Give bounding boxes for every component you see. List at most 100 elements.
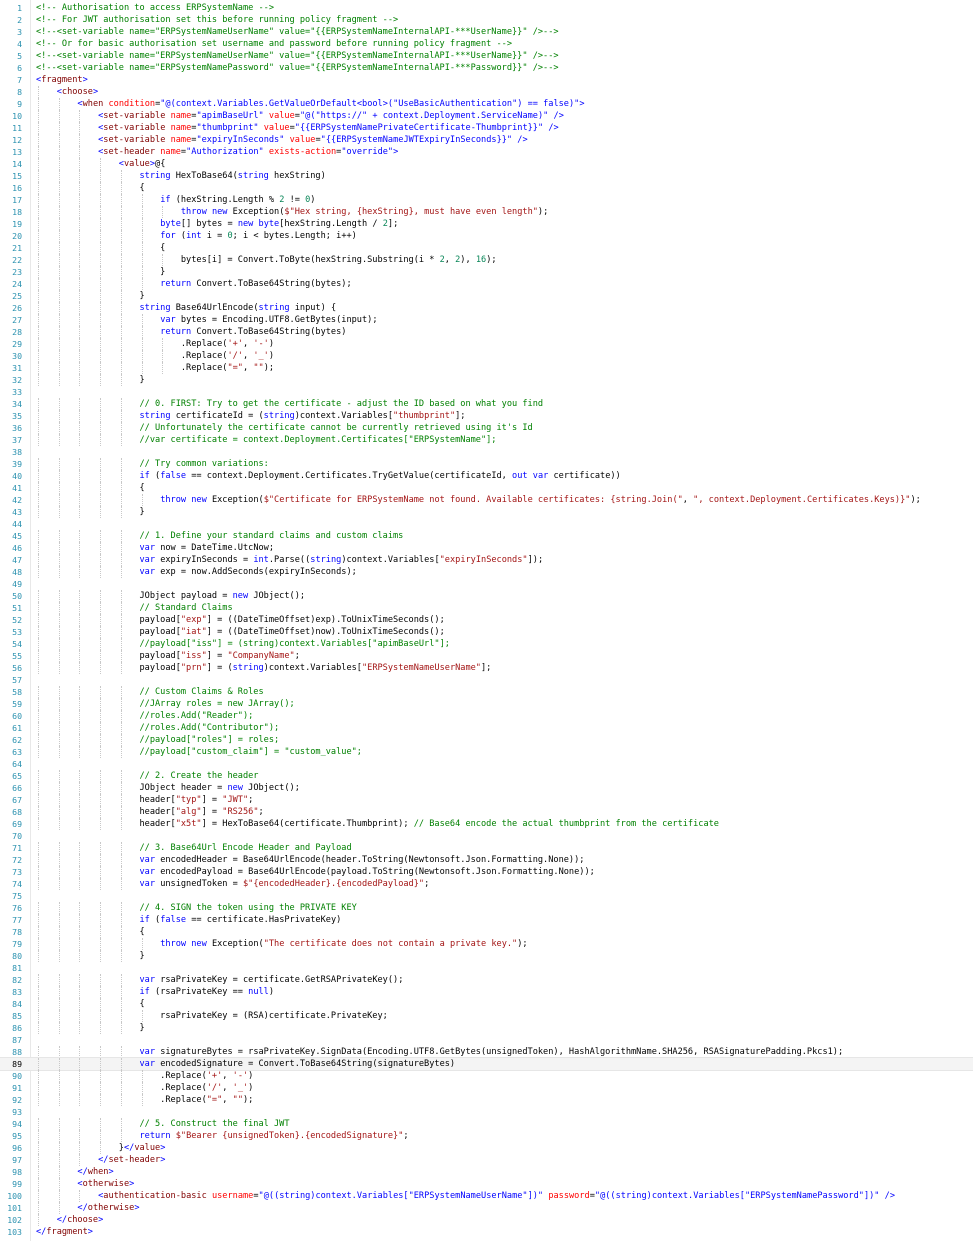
code-line[interactable]: 36 // Unfortunately the certificate cann…: [0, 422, 973, 434]
code-line[interactable]: 85 rsaPrivateKey = (RSA)certificate.Priv…: [0, 1010, 973, 1022]
code-line[interactable]: 16 {: [0, 182, 973, 194]
code-line[interactable]: 86 }: [0, 1022, 973, 1034]
code-line[interactable]: 73 var encodedPayload = Base64UrlEncode(…: [0, 866, 973, 878]
code-line[interactable]: 17 if (hexString.Length % 2 != 0): [0, 194, 973, 206]
code-line[interactable]: 14 <value>@{: [0, 158, 973, 170]
code-line[interactable]: 43 }: [0, 506, 973, 518]
code-line[interactable]: 34 // 0. FIRST: Try to get the certifica…: [0, 398, 973, 410]
code-line[interactable]: 38: [0, 446, 973, 458]
code-line[interactable]: 45 // 1. Define your standard claims and…: [0, 530, 973, 542]
code-line[interactable]: 54 //payload["iss"] = (string)context.Va…: [0, 638, 973, 650]
code-line[interactable]: 61 //roles.Add("Contributor");: [0, 722, 973, 734]
code-line[interactable]: 78 {: [0, 926, 973, 938]
code-line[interactable]: 98 </when>: [0, 1166, 973, 1178]
code-line[interactable]: 46 var now = DateTime.UtcNow;: [0, 542, 973, 554]
code-line[interactable]: 66 JObject header = new JObject();: [0, 782, 973, 794]
code-line[interactable]: 51 // Standard Claims: [0, 602, 973, 614]
code-line[interactable]: 50 JObject payload = new JObject();: [0, 590, 973, 602]
code-line[interactable]: 28 return Convert.ToBase64String(bytes): [0, 326, 973, 338]
code-line[interactable]: 1 <!-- Authorisation to access ERPSystemN…: [0, 2, 973, 14]
code-line[interactable]: 89 var encodedSignature = Convert.ToBase…: [0, 1057, 973, 1071]
code-line[interactable]: 31 .Replace("=", "");: [0, 362, 973, 374]
code-line[interactable]: 3 <!--<set-variable name="ERPSystemNameUs…: [0, 26, 973, 38]
code-line[interactable]: 20 for (int i = 0; i < bytes.Length; i++…: [0, 230, 973, 242]
code-line[interactable]: 19 byte[] bytes = new byte[hexString.Len…: [0, 218, 973, 230]
code-line[interactable]: 69 header["x5t"] = HexToBase64(certifica…: [0, 818, 973, 830]
code-line[interactable]: 94 // 5. Construct the final JWT: [0, 1118, 973, 1130]
code-line[interactable]: 29 .Replace('+', '-'): [0, 338, 973, 350]
code-line[interactable]: 64: [0, 758, 973, 770]
code-line[interactable]: 35 string certificateId = (string)contex…: [0, 410, 973, 422]
code-line[interactable]: 11 <set-variable name="thumbprint" value…: [0, 122, 973, 134]
code-line[interactable]: 60 //roles.Add("Reader");: [0, 710, 973, 722]
code-line[interactable]: 39 // Try common variations:: [0, 458, 973, 470]
code-line[interactable]: 40 if (false == context.Deployment.Certi…: [0, 470, 973, 482]
code-line[interactable]: 27 var bytes = Encoding.UTF8.GetBytes(in…: [0, 314, 973, 326]
code-line[interactable]: 10 <set-variable name="apimBaseUrl" valu…: [0, 110, 973, 122]
code-line[interactable]: 68 header["alg"] = "RS256";: [0, 806, 973, 818]
code-line[interactable]: 70: [0, 830, 973, 842]
code-line[interactable]: 18 throw new Exception($"Hex string, {he…: [0, 206, 973, 218]
code-line[interactable]: 81: [0, 962, 973, 974]
code-line[interactable]: 53 payload["iat"] = ((DateTimeOffset)now…: [0, 626, 973, 638]
code-line[interactable]: 7 <fragment>: [0, 74, 973, 86]
code-line[interactable]: 6 <!--<set-variable name="ERPSystemNamePa…: [0, 62, 973, 74]
code-line[interactable]: 93: [0, 1106, 973, 1118]
code-line[interactable]: 30 .Replace('/', '_'): [0, 350, 973, 362]
code-line[interactable]: 63 //payload["custom_claim"] = "custom_v…: [0, 746, 973, 758]
code-line[interactable]: 44: [0, 518, 973, 530]
code-line[interactable]: 15 string HexToBase64(string hexString): [0, 170, 973, 182]
code-line[interactable]: 2 <!-- For JWT authorisation set this bef…: [0, 14, 973, 26]
code-line[interactable]: 42 throw new Exception($"Certificate for…: [0, 494, 973, 506]
code-line[interactable]: 62 //payload["roles"] = roles;: [0, 734, 973, 746]
code-line[interactable]: 102 </choose>: [0, 1214, 973, 1226]
code-line[interactable]: 37 //var certificate = context.Deploymen…: [0, 434, 973, 446]
code-line[interactable]: 65 // 2. Create the header: [0, 770, 973, 782]
code-line[interactable]: 88 var signatureBytes = rsaPrivateKey.Si…: [0, 1046, 973, 1058]
code-editor[interactable]: 1 <!-- Authorisation to access ERPSystemN…: [0, 0, 973, 1241]
code-line[interactable]: 95 return $"Bearer {unsignedToken}.{enco…: [0, 1130, 973, 1142]
code-line[interactable]: 83 if (rsaPrivateKey == null): [0, 986, 973, 998]
code-line[interactable]: 79 throw new Exception("The certificate …: [0, 938, 973, 950]
code-line[interactable]: 4 <!-- Or for basic authorisation set use…: [0, 38, 973, 50]
code-line[interactable]: 90 .Replace('+', '-'): [0, 1070, 973, 1082]
code-line[interactable]: 76 // 4. SIGN the token using the PRIVAT…: [0, 902, 973, 914]
code-line[interactable]: 72 var encodedHeader = Base64UrlEncode(h…: [0, 854, 973, 866]
code-line[interactable]: 5 <!--<set-variable name="ERPSystemNameUs…: [0, 50, 973, 62]
code-line[interactable]: 22 bytes[i] = Convert.ToByte(hexString.S…: [0, 254, 973, 266]
code-line[interactable]: 25 }: [0, 290, 973, 302]
code-line[interactable]: 24 return Convert.ToBase64String(bytes);: [0, 278, 973, 290]
code-line[interactable]: 56 payload["prn"] = (string)context.Vari…: [0, 662, 973, 674]
code-line[interactable]: 48 var exp = now.AddSeconds(expiryInSeco…: [0, 566, 973, 578]
code-line[interactable]: 92 .Replace("=", "");: [0, 1094, 973, 1106]
code-line[interactable]: 13 <set-header name="Authorization" exis…: [0, 146, 973, 158]
code-line[interactable]: 9 <when condition="@(context.Variables.G…: [0, 98, 973, 110]
code-line[interactable]: 57: [0, 674, 973, 686]
code-line[interactable]: 59 //JArray roles = new JArray();: [0, 698, 973, 710]
code-line[interactable]: 49: [0, 578, 973, 590]
code-line[interactable]: 103 </fragment>: [0, 1226, 973, 1238]
code-line[interactable]: 55 payload["iss"] = "CompanyName";: [0, 650, 973, 662]
code-line[interactable]: 100 <authentication-basic username="@((s…: [0, 1190, 973, 1202]
code-line[interactable]: 99 <otherwise>: [0, 1178, 973, 1190]
code-line[interactable]: 91 .Replace('/', '_'): [0, 1082, 973, 1094]
code-line[interactable]: 21 {: [0, 242, 973, 254]
code-line[interactable]: 101 </otherwise>: [0, 1202, 973, 1214]
code-line[interactable]: 74 var unsignedToken = $"{encodedHeader}…: [0, 878, 973, 890]
code-line[interactable]: 67 header["typ"] = "JWT";: [0, 794, 973, 806]
code-line[interactable]: 8 <choose>: [0, 86, 973, 98]
code-line[interactable]: 41 {: [0, 482, 973, 494]
code-line[interactable]: 32 }: [0, 374, 973, 386]
code-line[interactable]: 26 string Base64UrlEncode(string input) …: [0, 302, 973, 314]
code-line[interactable]: 75: [0, 890, 973, 902]
code-line[interactable]: 87: [0, 1034, 973, 1046]
code-line[interactable]: 84 {: [0, 998, 973, 1010]
code-line[interactable]: 58 // Custom Claims & Roles: [0, 686, 973, 698]
code-line[interactable]: 96 }</value>: [0, 1142, 973, 1154]
code-line[interactable]: 71 // 3. Base64Url Encode Header and Pay…: [0, 842, 973, 854]
code-line[interactable]: 77 if (false == certificate.HasPrivateKe…: [0, 914, 973, 926]
code-line[interactable]: 23 }: [0, 266, 973, 278]
code-line[interactable]: 97 </set-header>: [0, 1154, 973, 1166]
code-line[interactable]: 33: [0, 386, 973, 398]
code-line[interactable]: 52 payload["exp"] = ((DateTimeOffset)exp…: [0, 614, 973, 626]
